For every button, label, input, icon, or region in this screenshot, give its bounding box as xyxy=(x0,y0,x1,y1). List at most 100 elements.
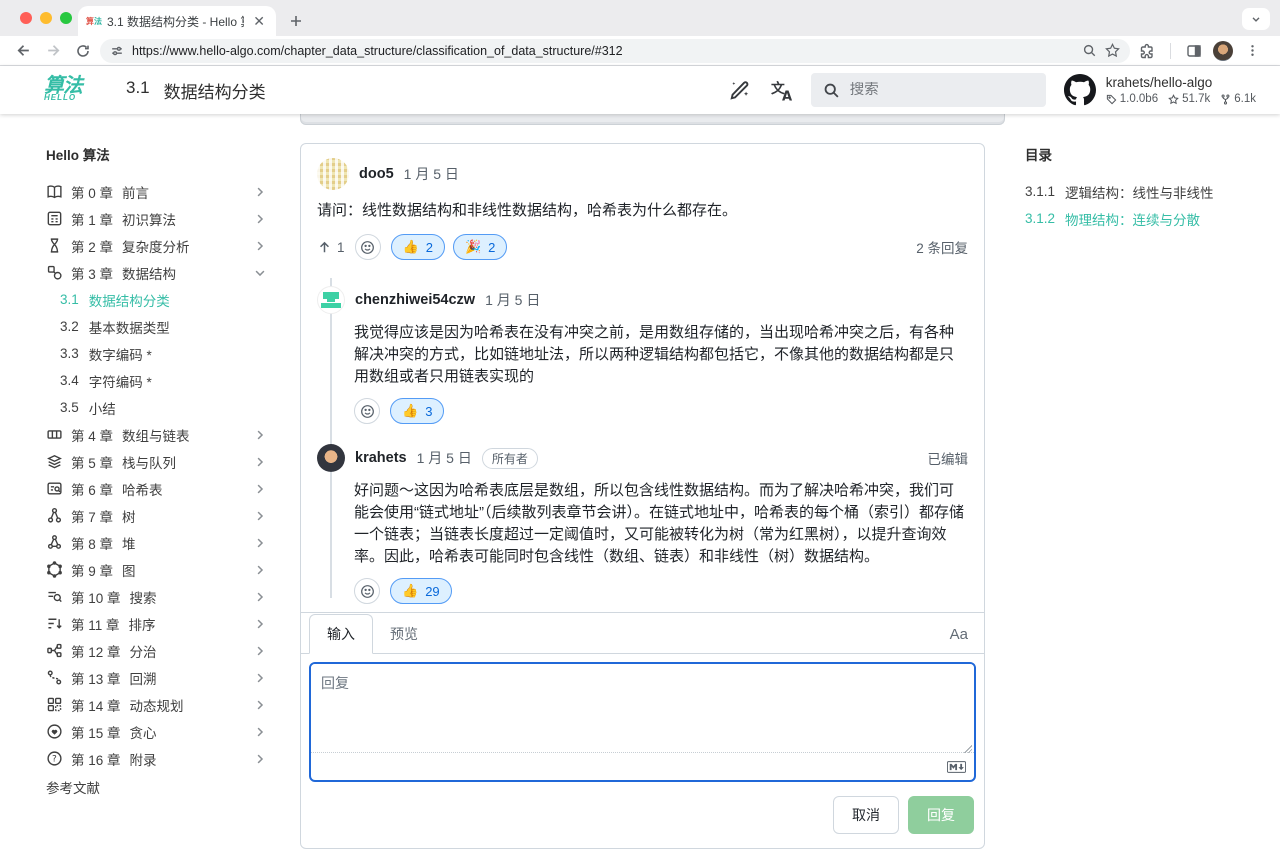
sidebar-item-chapter-3[interactable]: 第 3 章数据结构 xyxy=(46,259,300,286)
sidebar-item-chapter-1[interactable]: 第 1 章初识算法 xyxy=(46,205,300,232)
add-reaction-button[interactable] xyxy=(354,398,380,424)
chevron-right-icon[interactable] xyxy=(254,672,266,684)
chevron-right-icon[interactable] xyxy=(254,591,266,603)
site-settings-icon[interactable] xyxy=(110,44,124,58)
sidebar-item-chapter-5[interactable]: 第 5 章栈与队列 xyxy=(46,448,300,475)
new-tab-button[interactable] xyxy=(288,13,304,29)
section-number: 3.4 xyxy=(60,373,79,388)
chevron-right-icon[interactable] xyxy=(254,726,266,738)
chevron-right-icon[interactable] xyxy=(254,699,266,711)
reaction-pill[interactable]: 👍2 xyxy=(391,234,445,260)
url-text[interactable]: https://www.hello-algo.com/chapter_data_… xyxy=(132,44,1074,58)
github-repo-link[interactable]: krahets/hello-algo 1.0.0b6 51.7k 6.1k xyxy=(1064,74,1256,106)
chevron-right-icon[interactable] xyxy=(254,510,266,522)
search-input[interactable] xyxy=(850,82,1000,98)
sidebar-item-chapter-4[interactable]: 第 4 章数组与链表 xyxy=(46,421,300,448)
address-bar[interactable]: https://www.hello-algo.com/chapter_data_… xyxy=(100,39,1130,63)
tab-write[interactable]: 输入 xyxy=(309,614,373,654)
chevron-down-icon[interactable] xyxy=(254,267,266,279)
avatar[interactable] xyxy=(317,286,345,314)
toc-item-3-1-2[interactable]: 3.1.2物理结构：连续与分散 xyxy=(1025,205,1280,232)
theme-toggle-icon[interactable] xyxy=(729,79,751,101)
side-panel-icon[interactable] xyxy=(1181,38,1207,64)
zoom-indicator-icon[interactable] xyxy=(1082,43,1097,58)
sidebar-item-chapter-7[interactable]: 第 7 章树 xyxy=(46,502,300,529)
chevron-right-icon[interactable] xyxy=(254,483,266,495)
cancel-button[interactable]: 取消 xyxy=(833,796,899,834)
comment-date[interactable]: 1 月 5 日 xyxy=(404,164,459,184)
browser-menu-icon[interactable] xyxy=(1239,38,1265,64)
sidebar-item-chapter-14[interactable]: 第 14 章动态规划 xyxy=(46,691,300,718)
sidebar-item-chapter-6[interactable]: 第 6 章哈希表 xyxy=(46,475,300,502)
chevron-right-icon[interactable] xyxy=(254,645,266,657)
comment-author[interactable]: doo5 xyxy=(359,166,394,182)
sidebar-item-3-5[interactable]: 3.5小结 xyxy=(46,394,300,421)
window-fullscreen-button[interactable] xyxy=(60,12,72,24)
section-number: 3.5 xyxy=(60,400,79,415)
toc-item-3-1-1[interactable]: 3.1.1逻辑结构：线性与非线性 xyxy=(1025,178,1280,205)
sidebar-item-chapter-10[interactable]: 第 10 章搜索 xyxy=(46,583,300,610)
sidebar-item-chapter-15[interactable]: 第 15 章贪心 xyxy=(46,718,300,745)
extensions-icon[interactable] xyxy=(1134,38,1160,64)
tab-close-icon[interactable]: ✕ xyxy=(250,13,268,29)
profile-avatar[interactable] xyxy=(1213,41,1233,61)
sidebar-item-chapter-0[interactable]: 第 0 章前言 xyxy=(46,178,300,205)
fork-icon xyxy=(1220,94,1231,105)
add-reaction-button[interactable] xyxy=(355,234,381,260)
chevron-right-icon[interactable] xyxy=(254,240,266,252)
chevron-right-icon[interactable] xyxy=(254,429,266,441)
text-format-hint[interactable]: Aa xyxy=(950,626,968,643)
upvote-button[interactable]: 1 xyxy=(317,240,345,255)
reply-submit-button[interactable]: 回复 xyxy=(908,796,974,834)
resize-handle[interactable] xyxy=(964,745,972,753)
reaction-pill[interactable]: 🎉2 xyxy=(453,234,507,260)
chevron-right-icon[interactable] xyxy=(254,186,266,198)
window-minimize-button[interactable] xyxy=(40,12,52,24)
sidebar-item-chapter-12[interactable]: 第 12 章分治 xyxy=(46,637,300,664)
forward-button[interactable] xyxy=(40,38,66,64)
tab-search-button[interactable] xyxy=(1242,8,1270,30)
reaction-pill[interactable]: 👍3 xyxy=(390,398,444,424)
hello-algo-logo[interactable]: 算法 HELLO xyxy=(44,79,110,102)
window-close-button[interactable] xyxy=(20,12,32,24)
chevron-right-icon[interactable] xyxy=(254,537,266,549)
add-reaction-button[interactable] xyxy=(354,578,380,604)
markdown-icon[interactable] xyxy=(947,761,966,773)
chevron-right-icon[interactable] xyxy=(254,564,266,576)
chevron-right-icon[interactable] xyxy=(254,618,266,630)
sidebar-item-chapter-11[interactable]: 第 11 章排序 xyxy=(46,610,300,637)
comment-author[interactable]: chenzhiwei54czw xyxy=(355,292,475,308)
comment-author[interactable]: krahets xyxy=(355,450,407,466)
sidebar-item-chapter-9[interactable]: 第 9 章图 xyxy=(46,556,300,583)
chapter-title: 哈希表 xyxy=(122,479,163,499)
sidebar-item-chapter-8[interactable]: 第 8 章堆 xyxy=(46,529,300,556)
chevron-right-icon[interactable] xyxy=(254,753,266,765)
search-box[interactable] xyxy=(811,73,1046,107)
avatar[interactable] xyxy=(317,158,349,190)
sidebar-item-chapter-13[interactable]: 第 13 章回溯 xyxy=(46,664,300,691)
toc-title: 目录 xyxy=(1025,144,1280,164)
sidebar-item-3-4[interactable]: 3.4字符编码 * xyxy=(46,367,300,394)
reaction-pill[interactable]: 👍29 xyxy=(390,578,452,604)
sidebar-root-title[interactable]: Hello 算法 xyxy=(46,144,300,164)
sidebar-item-references[interactable]: 参考文献 xyxy=(46,773,300,800)
avatar[interactable] xyxy=(317,444,345,472)
sidebar-item-chapter-16[interactable]: ?第 16 章附录 xyxy=(46,745,300,772)
sidebar-item-3-1[interactable]: 3.1数据结构分类 xyxy=(46,286,300,313)
reload-button[interactable] xyxy=(70,38,96,64)
graph-icon xyxy=(46,561,63,578)
translate-icon[interactable]: 文A xyxy=(771,79,793,101)
comment-date[interactable]: 1 月 5 日 xyxy=(417,448,472,468)
comment-date[interactable]: 1 月 5 日 xyxy=(485,290,540,310)
sidebar-item-3-2[interactable]: 3.2基本数据类型 xyxy=(46,313,300,340)
tab-preview[interactable]: 预览 xyxy=(373,615,435,653)
hourglass-icon xyxy=(46,237,63,254)
back-button[interactable] xyxy=(10,38,36,64)
sidebar-item-3-3[interactable]: 3.3数字编码 * xyxy=(46,340,300,367)
sidebar-item-chapter-2[interactable]: 第 2 章复杂度分析 xyxy=(46,232,300,259)
chevron-right-icon[interactable] xyxy=(254,213,266,225)
reply-textarea[interactable] xyxy=(311,664,974,752)
browser-tab[interactable]: 算法 3.1 数据结构分类 - Hello 算法 ✕ xyxy=(78,6,276,36)
chevron-right-icon[interactable] xyxy=(254,456,266,468)
bookmark-star-icon[interactable] xyxy=(1105,43,1120,58)
